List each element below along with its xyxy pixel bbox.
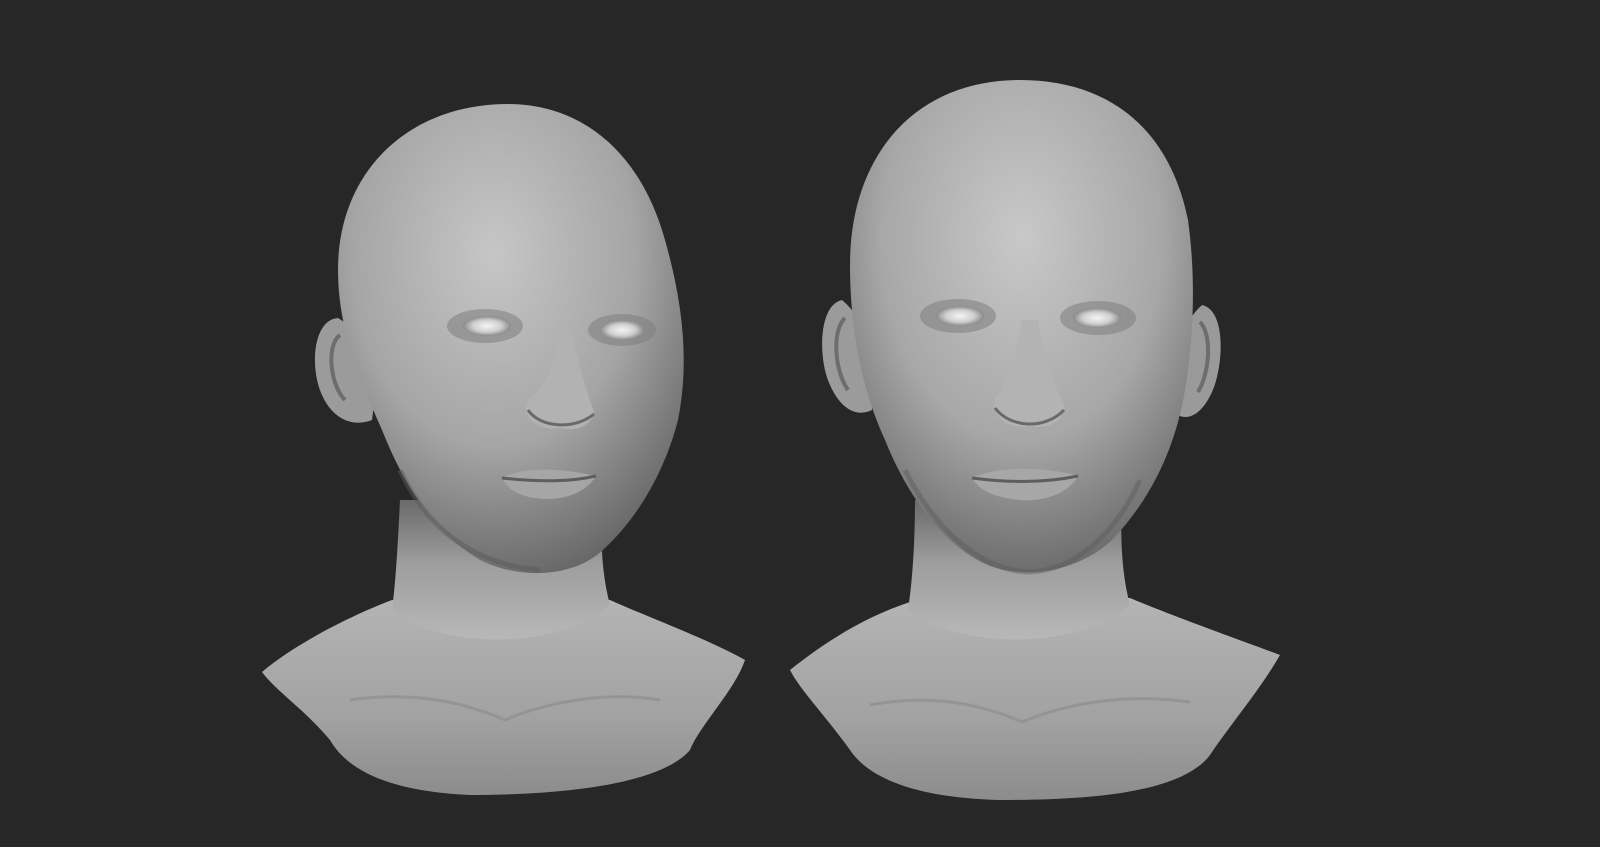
render-canvas xyxy=(0,0,1600,847)
render-viewport xyxy=(0,0,1600,847)
right-bust-eye-right xyxy=(936,306,984,326)
background xyxy=(0,0,1600,847)
left-bust-eye-right xyxy=(463,316,511,336)
right-bust-eye-left xyxy=(1073,308,1121,328)
left-bust-eye-left xyxy=(600,320,644,340)
